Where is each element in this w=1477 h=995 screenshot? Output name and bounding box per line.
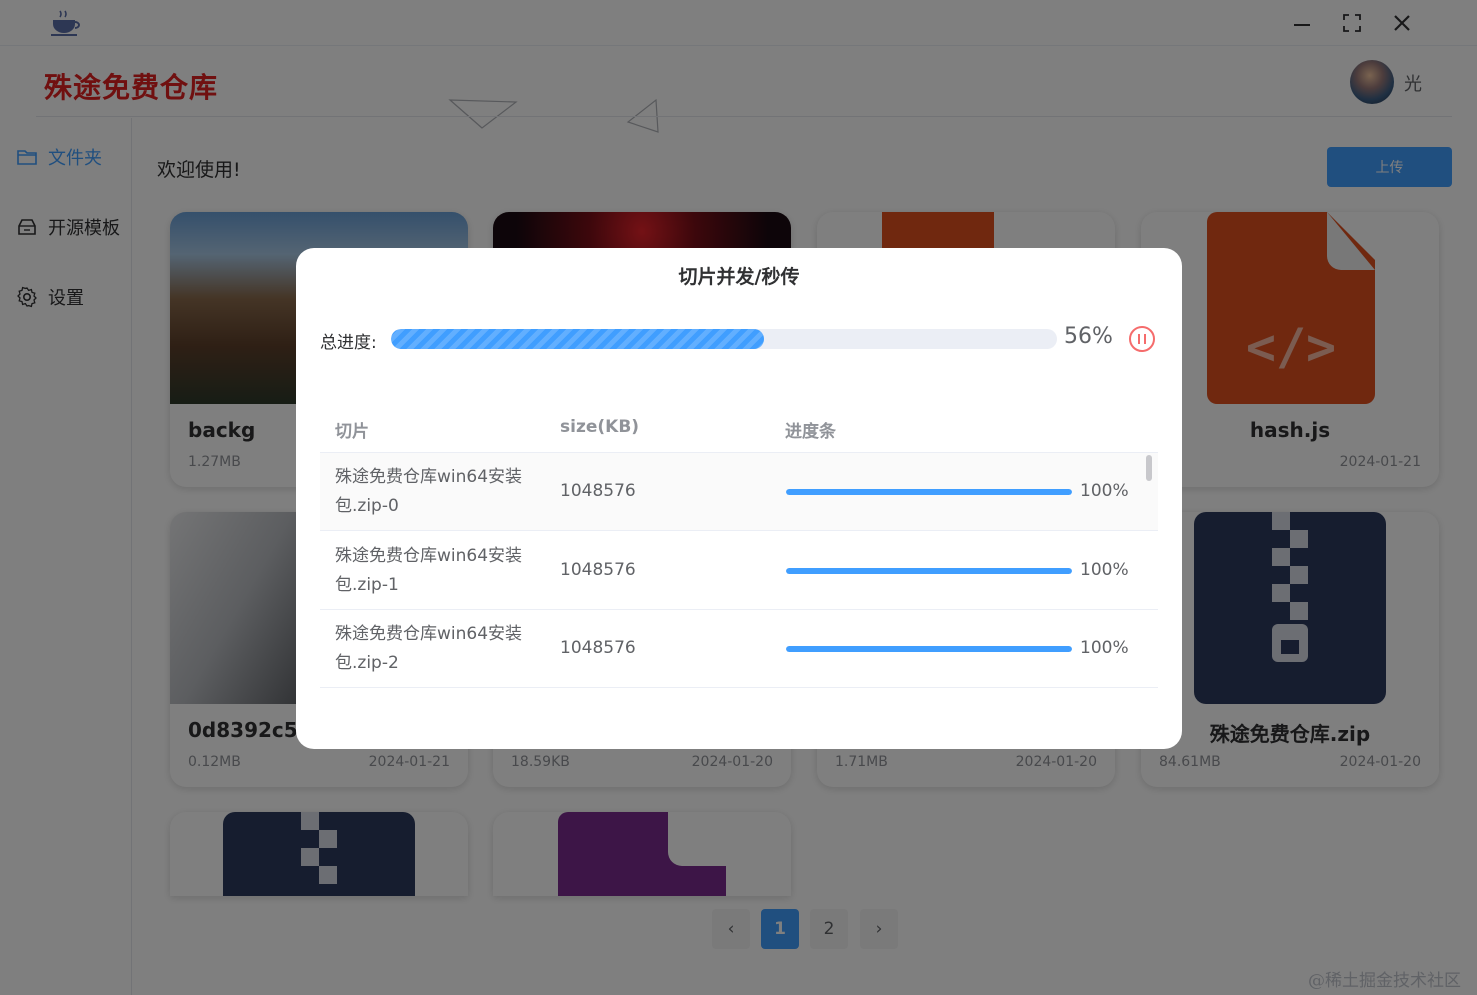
chunk-table: 切片 size(KB) 进度条 殊途免费仓库win64安装包.zip-0 104… — [320, 403, 1158, 703]
dialog-title: 切片并发/秒传 — [678, 266, 800, 288]
total-progress-bar — [391, 329, 1057, 349]
total-progress-label: 总进度: — [320, 333, 377, 353]
column-header-size: size(KB) — [560, 417, 640, 437]
chunk-progress-fill — [786, 568, 1072, 574]
table-row: 殊途免费仓库win64安装包.zip-2 1048576 100% — [320, 610, 1158, 688]
chunk-progress-percent: 100% — [1080, 638, 1129, 658]
chunk-progress-fill — [786, 646, 1072, 652]
chunk-progress-percent: 100% — [1080, 481, 1129, 501]
column-header-chunk: 切片 — [335, 422, 369, 442]
table-row — [320, 689, 1158, 703]
upload-progress-dialog: 切片并发/秒传 总进度: 56% 切片 size(KB) 进度条 殊途免费仓库w… — [296, 248, 1182, 749]
table-row: 殊途免费仓库win64安装包.zip-0 1048576 100% — [320, 453, 1158, 531]
chunk-progress-bar — [786, 568, 1072, 574]
chunk-name: 殊途免费仓库win64安装包.zip-1 — [335, 546, 523, 595]
chunk-size: 1048576 — [560, 560, 636, 580]
column-header-progress: 进度条 — [785, 422, 836, 442]
table-scrollbar[interactable] — [1146, 455, 1152, 481]
total-progress-percent: 56% — [1064, 324, 1113, 349]
table-header: 切片 size(KB) 进度条 — [320, 403, 1158, 453]
chunk-progress-percent: 100% — [1080, 560, 1129, 580]
chunk-progress-bar — [786, 646, 1072, 652]
chunk-size: 1048576 — [560, 638, 636, 658]
chunk-name: 殊途免费仓库win64安装包.zip-0 — [335, 467, 523, 516]
pause-icon[interactable] — [1128, 325, 1156, 353]
table-row: 殊途免费仓库win64安装包.zip-1 1048576 100% — [320, 532, 1158, 610]
chunk-progress-bar — [786, 489, 1072, 495]
total-progress-fill — [391, 329, 764, 349]
chunk-progress-fill — [786, 489, 1072, 495]
chunk-name: 殊途免费仓库win64安装包.zip-2 — [335, 624, 523, 673]
chunk-size: 1048576 — [560, 481, 636, 501]
